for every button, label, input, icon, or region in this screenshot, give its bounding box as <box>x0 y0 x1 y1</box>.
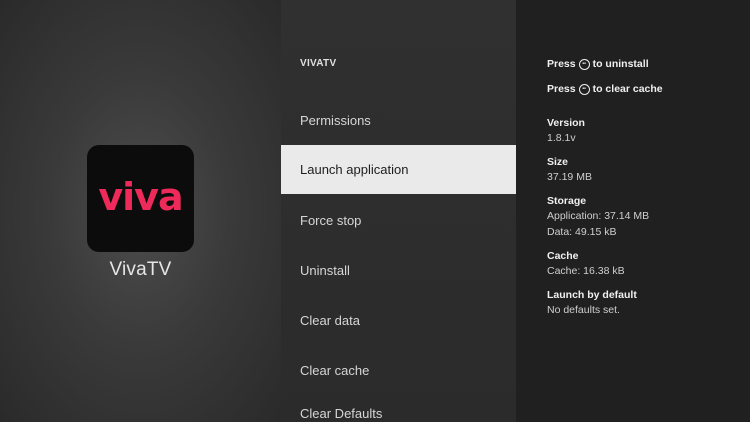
menu-item-label: Clear data <box>300 313 360 328</box>
hint-suffix: to clear cache <box>592 83 663 95</box>
storage-label: Storage <box>547 195 587 207</box>
app-name: VivaTV <box>109 259 172 280</box>
size-label: Size <box>547 156 569 168</box>
hint-prefix: Press <box>547 58 576 70</box>
storage-data-value: Data: 49.15 kB <box>547 226 617 238</box>
app-info-panel: Press •• to uninstall Press •• to clear … <box>516 0 750 422</box>
storage-application-value: Application: 37.14 MB <box>547 210 650 222</box>
size-value: 37.19 MB <box>547 171 592 183</box>
menu-button-icon: •• <box>578 58 590 70</box>
uninstall-hint: Press •• to uninstall <box>547 58 649 70</box>
cache-label: Cache <box>547 250 579 262</box>
app-settings-screen: viva VivaTV VIVATV Permissions Launch ap… <box>0 0 750 422</box>
menu-item-label: Clear Defaults <box>300 406 383 421</box>
menu-item-launch-application[interactable]: Launch application <box>281 145 516 194</box>
menu-item-force-stop[interactable]: Force stop <box>281 196 516 245</box>
launch-default-value: No defaults set. <box>547 304 620 316</box>
menu-item-clear-defaults[interactable]: Clear Defaults <box>281 389 516 422</box>
options-menu: VIVATV Permissions Launch application Fo… <box>281 0 516 422</box>
menu-item-clear-data[interactable]: Clear data <box>281 296 516 345</box>
hint-prefix: Press <box>547 83 576 95</box>
launch-default-label: Launch by default <box>547 289 637 301</box>
app-logo: viva <box>98 174 183 219</box>
menu-item-uninstall[interactable]: Uninstall <box>281 246 516 295</box>
version-value: 1.8.1v <box>547 132 576 144</box>
menu-item-label: Force stop <box>300 213 362 228</box>
clear-cache-hint: Press •• to clear cache <box>547 83 663 95</box>
app-icon: viva <box>87 145 194 252</box>
hint-suffix: to uninstall <box>592 58 649 70</box>
version-label: Version <box>547 117 585 129</box>
cache-value: Cache: 16.38 kB <box>547 265 625 277</box>
menu-item-label: Permissions <box>300 113 371 128</box>
menu-item-label: Uninstall <box>300 263 350 278</box>
menu-item-label: Clear cache <box>300 363 370 378</box>
menu-item-permissions[interactable]: Permissions <box>281 96 516 145</box>
menu-item-clear-cache[interactable]: Clear cache <box>281 346 516 395</box>
app-panel: viva VivaTV <box>0 0 281 422</box>
menu-button-icon: •• <box>578 83 590 95</box>
menu-title: VIVATV <box>300 58 337 69</box>
menu-item-label: Launch application <box>300 162 409 177</box>
